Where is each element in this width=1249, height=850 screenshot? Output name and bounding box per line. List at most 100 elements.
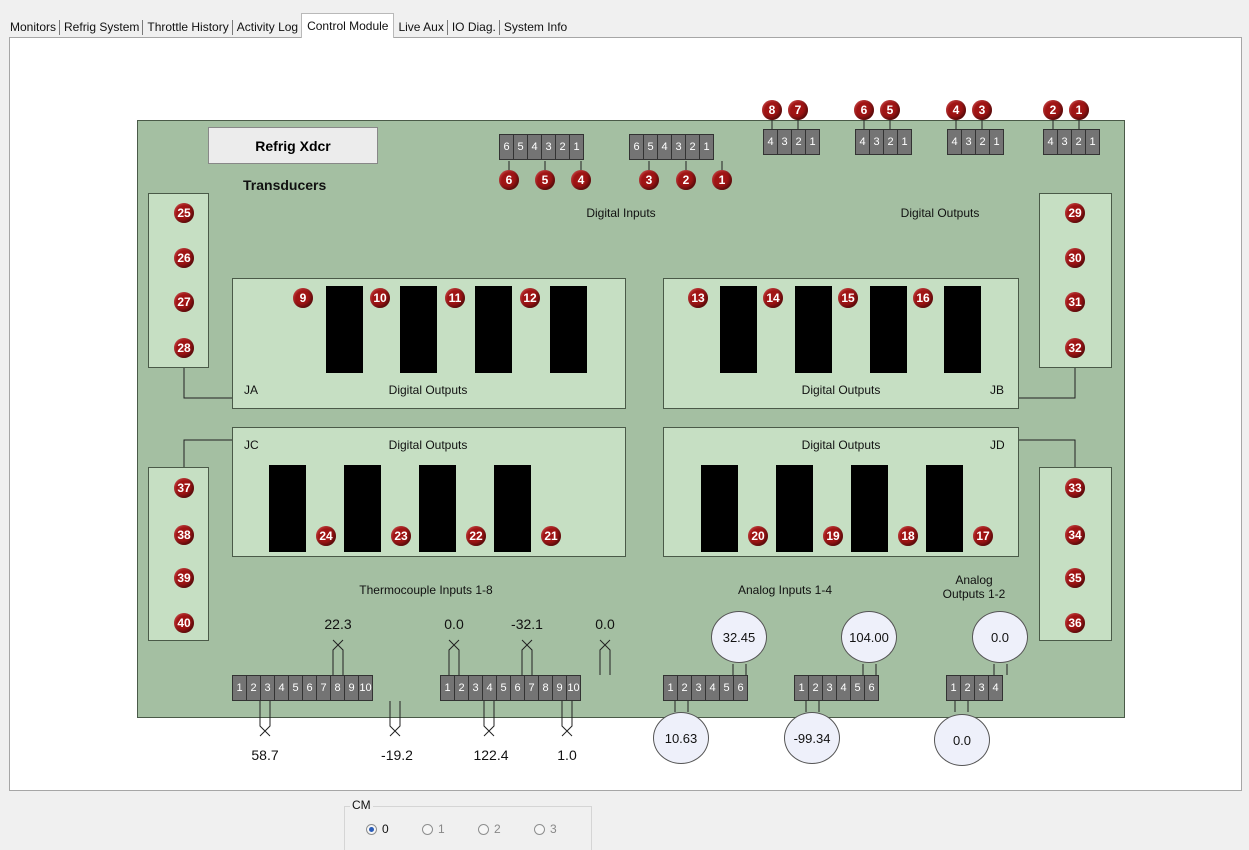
pin-marker-ja: 9 <box>293 288 313 308</box>
pin-marker-jc: 23 <box>391 526 411 546</box>
relay-jb-1 <box>720 286 757 373</box>
relay-jc-3 <box>419 465 456 552</box>
connector-terminal: 10 <box>358 675 373 701</box>
pin-marker-jd: 20 <box>748 526 768 546</box>
analog-inputs-label: Analog Inputs 1-4 <box>737 583 833 597</box>
pin-marker-left_bottom: 40 <box>174 613 194 633</box>
connector-terminal: 1 <box>1085 129 1100 155</box>
thermocouple-value: 122.4 <box>473 747 509 763</box>
tab-throttle-history[interactable]: Throttle History <box>143 16 234 38</box>
connector-terminal: 4 <box>482 675 497 701</box>
connector-terminal: 3 <box>822 675 837 701</box>
connector-terminal: 2 <box>677 675 692 701</box>
tab-system-info[interactable]: System Info <box>500 16 571 38</box>
pin-marker-din_a: 4 <box>571 170 591 190</box>
connector-terminal: 4 <box>705 675 720 701</box>
connector-terminal: 6 <box>302 675 317 701</box>
connector-terminal: 1 <box>989 129 1004 155</box>
thermocouple-inputs-label: Thermocouple Inputs 1-8 <box>359 583 493 597</box>
digital-output-connector-2: 4321 <box>855 129 912 155</box>
pin-marker-right_bottom: 34 <box>1065 525 1085 545</box>
connector-terminal: 4 <box>527 134 542 160</box>
panel-jc-title: Digital Outputs <box>388 438 468 452</box>
connector-terminal: 2 <box>685 134 700 160</box>
radio-icon <box>478 823 489 835</box>
thermocouple-connector-1: 1 2 3 4 5 6 7 8 9 10 <box>232 675 373 701</box>
connector-terminal: 9 <box>344 675 359 701</box>
connector-terminal: 7 <box>316 675 331 701</box>
panel-jb-id: JB <box>990 383 1005 397</box>
connector-terminal: 4 <box>763 129 778 155</box>
panel-ja-title: Digital Outputs <box>388 383 468 397</box>
connector-terminal: 3 <box>974 675 989 701</box>
connector-terminal: 5 <box>288 675 303 701</box>
analog-input-value-circle: 32.45 <box>711 611 767 663</box>
connector-terminal: 4 <box>947 129 962 155</box>
connector-terminal: 5 <box>496 675 511 701</box>
cm-radio-2[interactable]: 2 <box>478 822 501 836</box>
thermocouple-value: 0.0 <box>444 616 464 632</box>
tab-refrig-system[interactable]: Refrig System <box>60 16 144 38</box>
pin-marker-din_b: 1 <box>712 170 732 190</box>
analog-output-value-circle: 0.0 <box>972 611 1028 663</box>
connector-terminal: 2 <box>555 134 570 160</box>
connector-terminal: 3 <box>468 675 483 701</box>
cm-radio-label: 0 <box>382 822 389 836</box>
relay-jc-2 <box>344 465 381 552</box>
relay-jd-3 <box>851 465 888 552</box>
tab-io-diag[interactable]: IO Diag. <box>448 16 500 38</box>
pin-marker-ja: 11 <box>445 288 465 308</box>
connector-terminal: 5 <box>513 134 528 160</box>
connector-terminal: 3 <box>777 129 792 155</box>
connector-terminal: 6 <box>864 675 879 701</box>
refrig-xdcr-button[interactable]: Refrig Xdcr <box>208 127 378 164</box>
relay-jd-2 <box>776 465 813 552</box>
connector-terminal: 8 <box>538 675 553 701</box>
tab-activity-log[interactable]: Activity Log <box>233 16 303 38</box>
pin-marker-jd: 18 <box>898 526 918 546</box>
connector-terminal: 4 <box>274 675 289 701</box>
connector-terminal: 2 <box>960 675 975 701</box>
pin-marker-jc: 22 <box>466 526 486 546</box>
thermocouple-value: 0.0 <box>595 616 615 632</box>
pin-marker-left_top: 26 <box>174 248 194 268</box>
tab-control-module[interactable]: Control Module <box>301 13 395 38</box>
connector-terminal: 1 <box>794 675 809 701</box>
connector-terminal: 3 <box>671 134 686 160</box>
pin-marker-dout: 3 <box>972 100 992 120</box>
digital-outputs-label: Digital Outputs <box>900 206 980 220</box>
pin-marker-dout: 8 <box>762 100 782 120</box>
cm-radio-0[interactable]: 0 <box>366 822 389 836</box>
pin-marker-dout: 1 <box>1069 100 1089 120</box>
connector-terminal: 6 <box>733 675 748 701</box>
panel-jd-id: JD <box>990 438 1005 452</box>
connector-terminal: 1 <box>440 675 455 701</box>
connector-terminal: 6 <box>510 675 525 701</box>
relay-jc-1 <box>269 465 306 552</box>
thermocouple-value: 58.7 <box>251 747 279 763</box>
connector-terminal: 1 <box>232 675 247 701</box>
tab-monitors[interactable]: Monitors <box>6 16 61 38</box>
pin-marker-jc: 24 <box>316 526 336 546</box>
pin-marker-dout: 2 <box>1043 100 1063 120</box>
cm-radio-label: 3 <box>550 822 557 836</box>
relay-ja-3 <box>475 286 512 373</box>
radio-icon <box>534 823 545 835</box>
analog-input-value-circle: 10.63 <box>653 712 709 764</box>
tab-live-aux[interactable]: Live Aux <box>394 16 449 38</box>
panel-jd-title: Digital Outputs <box>801 438 881 452</box>
pin-marker-jd: 19 <box>823 526 843 546</box>
connector-terminal: 1 <box>897 129 912 155</box>
panel-jb-title: Digital Outputs <box>801 383 881 397</box>
cm-radio-label: 1 <box>438 822 445 836</box>
connector-terminal: 3 <box>260 675 275 701</box>
connector-terminal: 2 <box>1071 129 1086 155</box>
pin-marker-din_a: 5 <box>535 170 555 190</box>
cm-radio-label: 2 <box>494 822 501 836</box>
cm-radio-3[interactable]: 3 <box>534 822 557 836</box>
cm-radio-1[interactable]: 1 <box>422 822 445 836</box>
pin-marker-right_bottom: 33 <box>1065 478 1085 498</box>
pin-marker-jb: 15 <box>838 288 858 308</box>
analog-output-value-circle: 0.0 <box>934 714 990 766</box>
radio-selected-icon <box>366 823 377 835</box>
